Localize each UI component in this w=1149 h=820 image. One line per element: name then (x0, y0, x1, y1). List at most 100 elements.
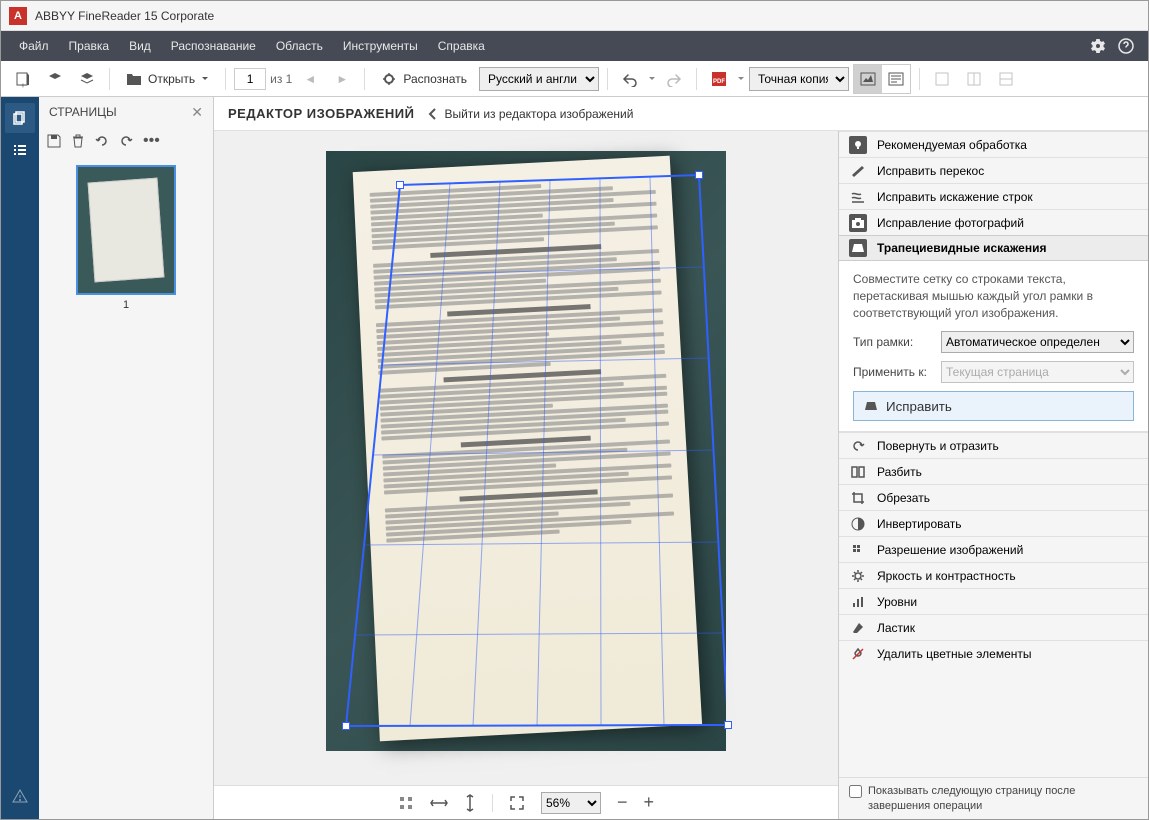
canvas-bottom-bar: 56% − + (214, 785, 838, 819)
undo-icon[interactable] (616, 65, 644, 93)
tools-panel: Рекомендуемая обработка Исправить переко… (838, 131, 1148, 819)
pages-header: СТРАНИЦЫ ✕ (39, 97, 213, 127)
pdf-dropdown-icon[interactable] (737, 75, 745, 83)
prev-page-icon[interactable]: ◄ (296, 65, 324, 93)
warning-icon[interactable] (5, 781, 35, 811)
fix-button[interactable]: Исправить (853, 391, 1134, 421)
apply-to-label: Применить к: (853, 365, 933, 379)
menu-help[interactable]: Справка (428, 31, 495, 61)
menu-recognition[interactable]: Распознавание (161, 31, 266, 61)
view-image-icon[interactable] (854, 65, 882, 93)
fix-icon (864, 400, 878, 412)
area-tool-2-icon[interactable] (960, 65, 988, 93)
tool-remove-color[interactable]: Удалить цветные элементы (839, 640, 1148, 666)
fit-grid-icon[interactable] (398, 795, 414, 811)
tool-straighten[interactable]: Исправить искажение строк (839, 183, 1148, 209)
area-tool-1-icon[interactable] (928, 65, 956, 93)
rotate-icon (849, 437, 867, 455)
help-icon[interactable] (1112, 32, 1140, 60)
recognize-button[interactable]: Распознать (373, 65, 475, 93)
crop-handle-tl[interactable] (396, 181, 404, 189)
page-number-input[interactable] (234, 68, 266, 90)
toolbar: + Открыть из 1 ◄ ► Распознать Русский и … (1, 61, 1148, 97)
next-page-icon[interactable]: ► (328, 65, 356, 93)
menu-file[interactable]: Файл (9, 31, 59, 61)
language-select[interactable]: Русский и англи (479, 67, 599, 91)
more-icon[interactable]: ••• (143, 132, 160, 150)
tool-resolution[interactable]: Разрешение изображений (839, 536, 1148, 562)
view-text-icon[interactable] (882, 65, 910, 93)
tool-trapezoid[interactable]: Трапециевидные искажения (839, 235, 1148, 261)
brightness-icon (849, 567, 867, 585)
editor-area: РЕДАКТОР ИЗОБРАЖЕНИЙ Выйти из редактора … (214, 97, 1148, 819)
save-mode-select[interactable]: Точная копия (749, 67, 849, 91)
tool-split[interactable]: Разбить (839, 458, 1148, 484)
deskew-icon (849, 162, 867, 180)
crop-handle-br[interactable] (724, 721, 732, 729)
pages-toolbar: ••• (39, 127, 213, 155)
tool-deskew[interactable]: Исправить перекос (839, 157, 1148, 183)
area-tool-3-icon[interactable] (992, 65, 1020, 93)
levels-icon (849, 593, 867, 611)
fit-width-icon[interactable] (430, 797, 448, 809)
tool-brightness[interactable]: Яркость и контрастность (839, 562, 1148, 588)
tool-levels[interactable]: Уровни (839, 588, 1148, 614)
pdf-icon[interactable]: PDF (705, 65, 733, 93)
redo-icon[interactable] (660, 65, 688, 93)
zoom-out-icon[interactable]: − (617, 792, 628, 813)
crop-icon (849, 489, 867, 507)
list-tab-icon[interactable] (5, 135, 35, 165)
page-thumbnail[interactable] (76, 165, 176, 295)
tool-crop[interactable]: Обрезать (839, 484, 1148, 510)
crop-handle-tr[interactable] (695, 171, 703, 179)
undo-dropdown-icon[interactable] (648, 75, 656, 83)
app-title: ABBYY FineReader 15 Corporate (35, 9, 214, 23)
crop-handle-bl[interactable] (342, 722, 350, 730)
tool-fix-photo[interactable]: Исправление фотографий (839, 209, 1148, 235)
delete-page-icon[interactable] (71, 134, 85, 148)
layer-up-icon[interactable] (41, 65, 69, 93)
tool-invert[interactable]: Инвертировать (839, 510, 1148, 536)
layer-down-icon[interactable] (73, 65, 101, 93)
chevron-down-icon (201, 75, 209, 83)
tool-recommended[interactable]: Рекомендуемая обработка (839, 131, 1148, 157)
recognize-icon (381, 71, 397, 87)
next-page-checkbox[interactable] (849, 785, 862, 798)
rotate-cw-icon[interactable] (119, 134, 133, 148)
tool-eraser[interactable]: Ластик (839, 614, 1148, 640)
pages-panel: СТРАНИЦЫ ✕ ••• 1 (39, 97, 214, 819)
new-doc-icon[interactable]: + (9, 65, 37, 93)
fit-screen-icon[interactable] (509, 795, 525, 811)
lightbulb-icon (849, 136, 867, 154)
menu-view[interactable]: Вид (119, 31, 161, 61)
exit-editor-button[interactable]: Выйти из редактора изображений (428, 107, 633, 121)
split-icon (849, 463, 867, 481)
rotate-ccw-icon[interactable] (95, 134, 109, 148)
open-label: Открыть (148, 72, 195, 86)
exit-editor-label: Выйти из редактора изображений (444, 107, 633, 121)
settings-icon[interactable] (1084, 32, 1112, 60)
menu-area[interactable]: Область (266, 31, 333, 61)
menu-edit[interactable]: Правка (59, 31, 120, 61)
editor-title: РЕДАКТОР ИЗОБРАЖЕНИЙ (228, 106, 414, 121)
fit-height-icon[interactable] (464, 794, 476, 812)
menu-tools[interactable]: Инструменты (333, 31, 428, 61)
svg-text:PDF: PDF (713, 79, 725, 85)
trapezoid-icon (849, 239, 867, 257)
frame-type-select[interactable]: Автоматическое определен (941, 331, 1134, 353)
main-area: СТРАНИЦЫ ✕ ••• 1 РЕДАКТОР ИЗОБРАЖЕНИЙ Вы… (1, 97, 1148, 819)
apply-to-select[interactable]: Текущая страница (941, 361, 1134, 383)
zoom-in-icon[interactable]: + (644, 792, 655, 813)
save-page-icon[interactable] (47, 134, 61, 148)
zoom-select[interactable]: 56% (541, 792, 601, 814)
trapezoid-description: Совместите сетку со строками текста, пер… (853, 271, 1134, 321)
pages-tab-icon[interactable] (5, 103, 35, 133)
invert-icon (849, 515, 867, 533)
canvas-image[interactable] (326, 151, 726, 751)
close-pages-icon[interactable]: ✕ (191, 104, 203, 121)
canvas-scroll[interactable] (214, 131, 838, 785)
tool-rotate[interactable]: Повернуть и отразить (839, 432, 1148, 458)
open-button[interactable]: Открыть (118, 65, 217, 93)
page-thumb-number: 1 (49, 299, 203, 311)
editor-header: РЕДАКТОР ИЗОБРАЖЕНИЙ Выйти из редактора … (214, 97, 1148, 131)
